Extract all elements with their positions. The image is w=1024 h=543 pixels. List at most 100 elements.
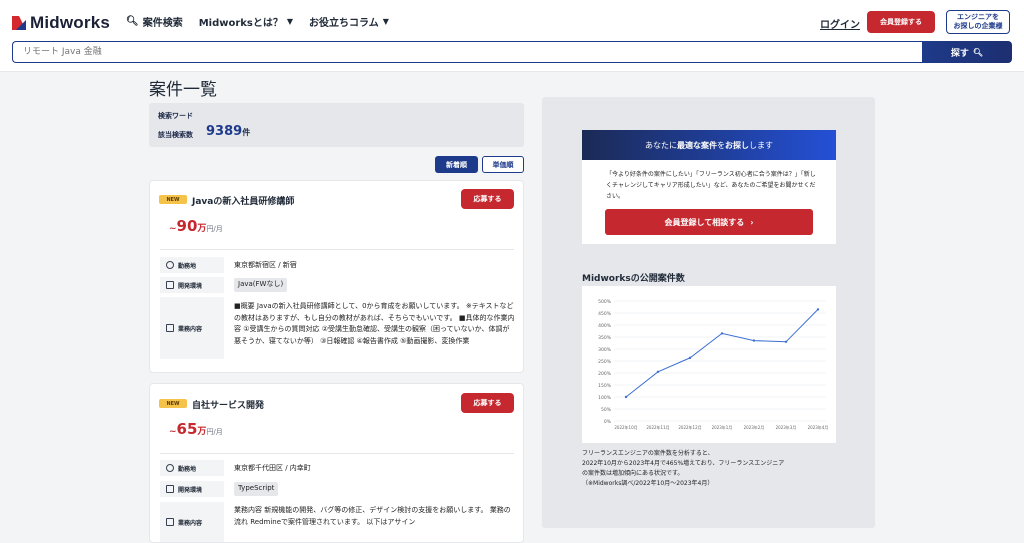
main-nav: 🔍︎ 案件検索 Midworksとは？ ▼ お役立ちコラム ▼ bbox=[126, 14, 389, 29]
env-value: TypeScript bbox=[234, 482, 279, 496]
result-count-value: 9389 bbox=[206, 124, 243, 139]
job-title[interactable]: Javaの新入社員研修講師 bbox=[192, 194, 294, 207]
job-description: ■概要 Javaの新入社員研修講師として、0から育成をお願いしています。 ※テキ… bbox=[234, 302, 515, 345]
x-tick-label: 2022年12月 bbox=[678, 424, 701, 430]
desc-label-text: 業務内容 bbox=[178, 325, 203, 333]
desc-label-text: 業務内容 bbox=[178, 519, 203, 527]
chart-note-line: （※Midworks調べ/2022年10月～2023年4月） bbox=[582, 480, 714, 487]
login-link[interactable]: ログイン bbox=[820, 16, 860, 31]
apply-button[interactable]: 応募する bbox=[461, 189, 514, 209]
y-tick-label: 300% bbox=[598, 347, 612, 353]
job-card[interactable]: NEW 自社サービス開発 応募する ~65万円/月 勤務地 東京都千代田区 / … bbox=[149, 383, 524, 543]
nav-item-job-search[interactable]: 🔍︎ 案件検索 bbox=[126, 14, 183, 29]
chart-note-line: 2022年10月から2023年4月で465%増えており、フリーランスエンジニア bbox=[582, 460, 785, 467]
job-title[interactable]: 自社サービス開発 bbox=[192, 398, 264, 411]
job-description: 業務内容 新規機能の開発、バグ等の修正、デザイン検討の支援をお願いします。 業務… bbox=[234, 506, 511, 526]
y-tick-label: 350% bbox=[598, 335, 612, 341]
data-point bbox=[784, 340, 788, 343]
location-pin-icon bbox=[166, 464, 174, 472]
y-tick-label: 50% bbox=[601, 407, 612, 413]
promo-heading-mid: を bbox=[717, 140, 725, 150]
document-icon bbox=[166, 518, 174, 526]
nav-item-column[interactable]: お役立ちコラム ▼ bbox=[309, 14, 389, 29]
search-input[interactable] bbox=[12, 41, 922, 63]
y-tick-label: 100% bbox=[598, 395, 612, 401]
price-unit: 円/月 bbox=[206, 225, 223, 233]
location-value: 東京都千代田区 / 内幸町 bbox=[234, 464, 311, 472]
sort-price-button[interactable]: 単価順 bbox=[482, 156, 524, 173]
apply-button[interactable]: 応募する bbox=[461, 393, 514, 413]
search-icon: 🔍︎ bbox=[972, 47, 984, 57]
count-label: 該当検索数 bbox=[158, 131, 193, 139]
x-tick-label: 2022年10月 bbox=[614, 424, 637, 430]
search-icon: 🔍︎ bbox=[126, 16, 139, 27]
job-card[interactable]: NEW Javaの新入社員研修講師 応募する ~90万円/月 勤務地 東京都新宿… bbox=[149, 180, 524, 373]
nav-label: Midworksとは？ bbox=[198, 18, 283, 29]
desc-label: 業務内容 bbox=[160, 502, 224, 542]
price-value: 65 bbox=[176, 420, 198, 438]
consult-button[interactable]: 会員登録して相談する › bbox=[605, 209, 813, 235]
promo-heading-bold: 最適な案件 bbox=[677, 140, 717, 150]
search-summary: 検索ワード 該当検索数 9389件 bbox=[149, 103, 524, 147]
company-button-line1: エンジニアを bbox=[957, 13, 999, 21]
y-tick-label: 500% bbox=[598, 299, 612, 305]
line-chart: 500% 450% 400% 350% 300% 250% 200% 150% 100% 50% 0… bbox=[598, 299, 829, 430]
sort-new-button[interactable]: 新着順 bbox=[435, 156, 478, 173]
search-button[interactable]: 探す 🔍︎ bbox=[922, 41, 1012, 63]
site-header: Midworks 🔍︎ 案件検索 Midworksとは？ ▼ お役立ちコラム ▼… bbox=[0, 0, 1024, 72]
env-label: 開発環境 bbox=[160, 277, 224, 293]
keyword-label: 検索ワード bbox=[158, 112, 193, 120]
y-tick-label: 400% bbox=[598, 323, 612, 329]
env-label: 開発環境 bbox=[160, 481, 224, 497]
location-pin-icon bbox=[166, 261, 174, 269]
location-label: 勤務地 bbox=[160, 257, 224, 273]
y-tick-label: 200% bbox=[598, 371, 612, 377]
location-label-text: 勤務地 bbox=[178, 465, 197, 473]
company-button[interactable]: エンジニアを お探しの企業様 bbox=[946, 10, 1010, 34]
data-point bbox=[816, 308, 820, 311]
job-price: ~90万円/月 bbox=[169, 216, 223, 235]
promo-heading-bold2: お探し bbox=[725, 140, 749, 150]
promo-text: 「今より好条件の案件にしたい」「フリーランス初心者に合う案件は？」「新しくチャレ… bbox=[606, 171, 816, 200]
price-tilde: ~ bbox=[169, 224, 177, 234]
nav-item-about[interactable]: Midworksとは？ ▼ bbox=[199, 14, 293, 29]
consult-button-label: 会員登録して相談する bbox=[664, 217, 745, 227]
page-title: 案件一覧 bbox=[149, 80, 217, 100]
divider bbox=[160, 453, 514, 454]
result-count-unit: 件 bbox=[242, 128, 251, 137]
caret-down-icon: ▼ bbox=[286, 17, 294, 26]
jobs-growth-chart: 500% 450% 400% 350% 300% 250% 200% 150% 100% 50% 0… bbox=[582, 286, 836, 443]
promo-heading-post: します bbox=[749, 140, 773, 150]
chart-note-line: フリーランスエンジニアの案件数を分析すると、 bbox=[582, 450, 714, 457]
code-icon bbox=[166, 281, 174, 289]
x-tick-label: 2023年3月 bbox=[776, 424, 797, 430]
desc-label: 業務内容 bbox=[160, 297, 224, 359]
env-tag: Java(FWなし) bbox=[234, 278, 288, 292]
data-point bbox=[720, 332, 724, 335]
divider bbox=[160, 249, 514, 250]
chart-title: Midworksの公開案件数 bbox=[582, 274, 685, 284]
env-label-text: 開発環境 bbox=[178, 282, 203, 290]
consult-promo: あなたに 最適な案件をお探し します 「今より好条件の案件にしたい」「フリーランス初… bbox=[582, 130, 836, 244]
company-button-line2: お探しの企業様 bbox=[953, 22, 1003, 30]
logo[interactable]: Midworks bbox=[12, 12, 110, 34]
new-badge: NEW bbox=[159, 399, 187, 408]
caret-down-icon: ▼ bbox=[382, 17, 389, 26]
job-price: ~65万円/月 bbox=[169, 419, 223, 438]
promo-heading-pre: あなたに bbox=[645, 140, 677, 150]
chart-note: フリーランスエンジニアの案件数を分析すると、 2022年10月から2023年4月… bbox=[582, 449, 844, 489]
x-tick-label: 2023年1月 bbox=[712, 424, 733, 430]
chevron-right-icon: › bbox=[750, 217, 754, 227]
data-point bbox=[624, 395, 628, 399]
x-tick-label: 2023年4月 bbox=[808, 424, 829, 430]
register-button[interactable]: 会員登録する bbox=[867, 11, 935, 33]
new-badge: NEW bbox=[159, 195, 187, 204]
x-tick-label: 2022年11月 bbox=[646, 424, 669, 430]
promo-heading: あなたに 最適な案件をお探し します bbox=[582, 130, 836, 160]
price-tilde: ~ bbox=[169, 427, 177, 437]
env-value: Java(FWなし) bbox=[234, 278, 288, 292]
code-icon bbox=[166, 485, 174, 493]
search-button-label: 探す bbox=[950, 48, 969, 59]
x-tick-label: 2023年2月 bbox=[744, 424, 765, 430]
document-icon bbox=[166, 324, 174, 332]
